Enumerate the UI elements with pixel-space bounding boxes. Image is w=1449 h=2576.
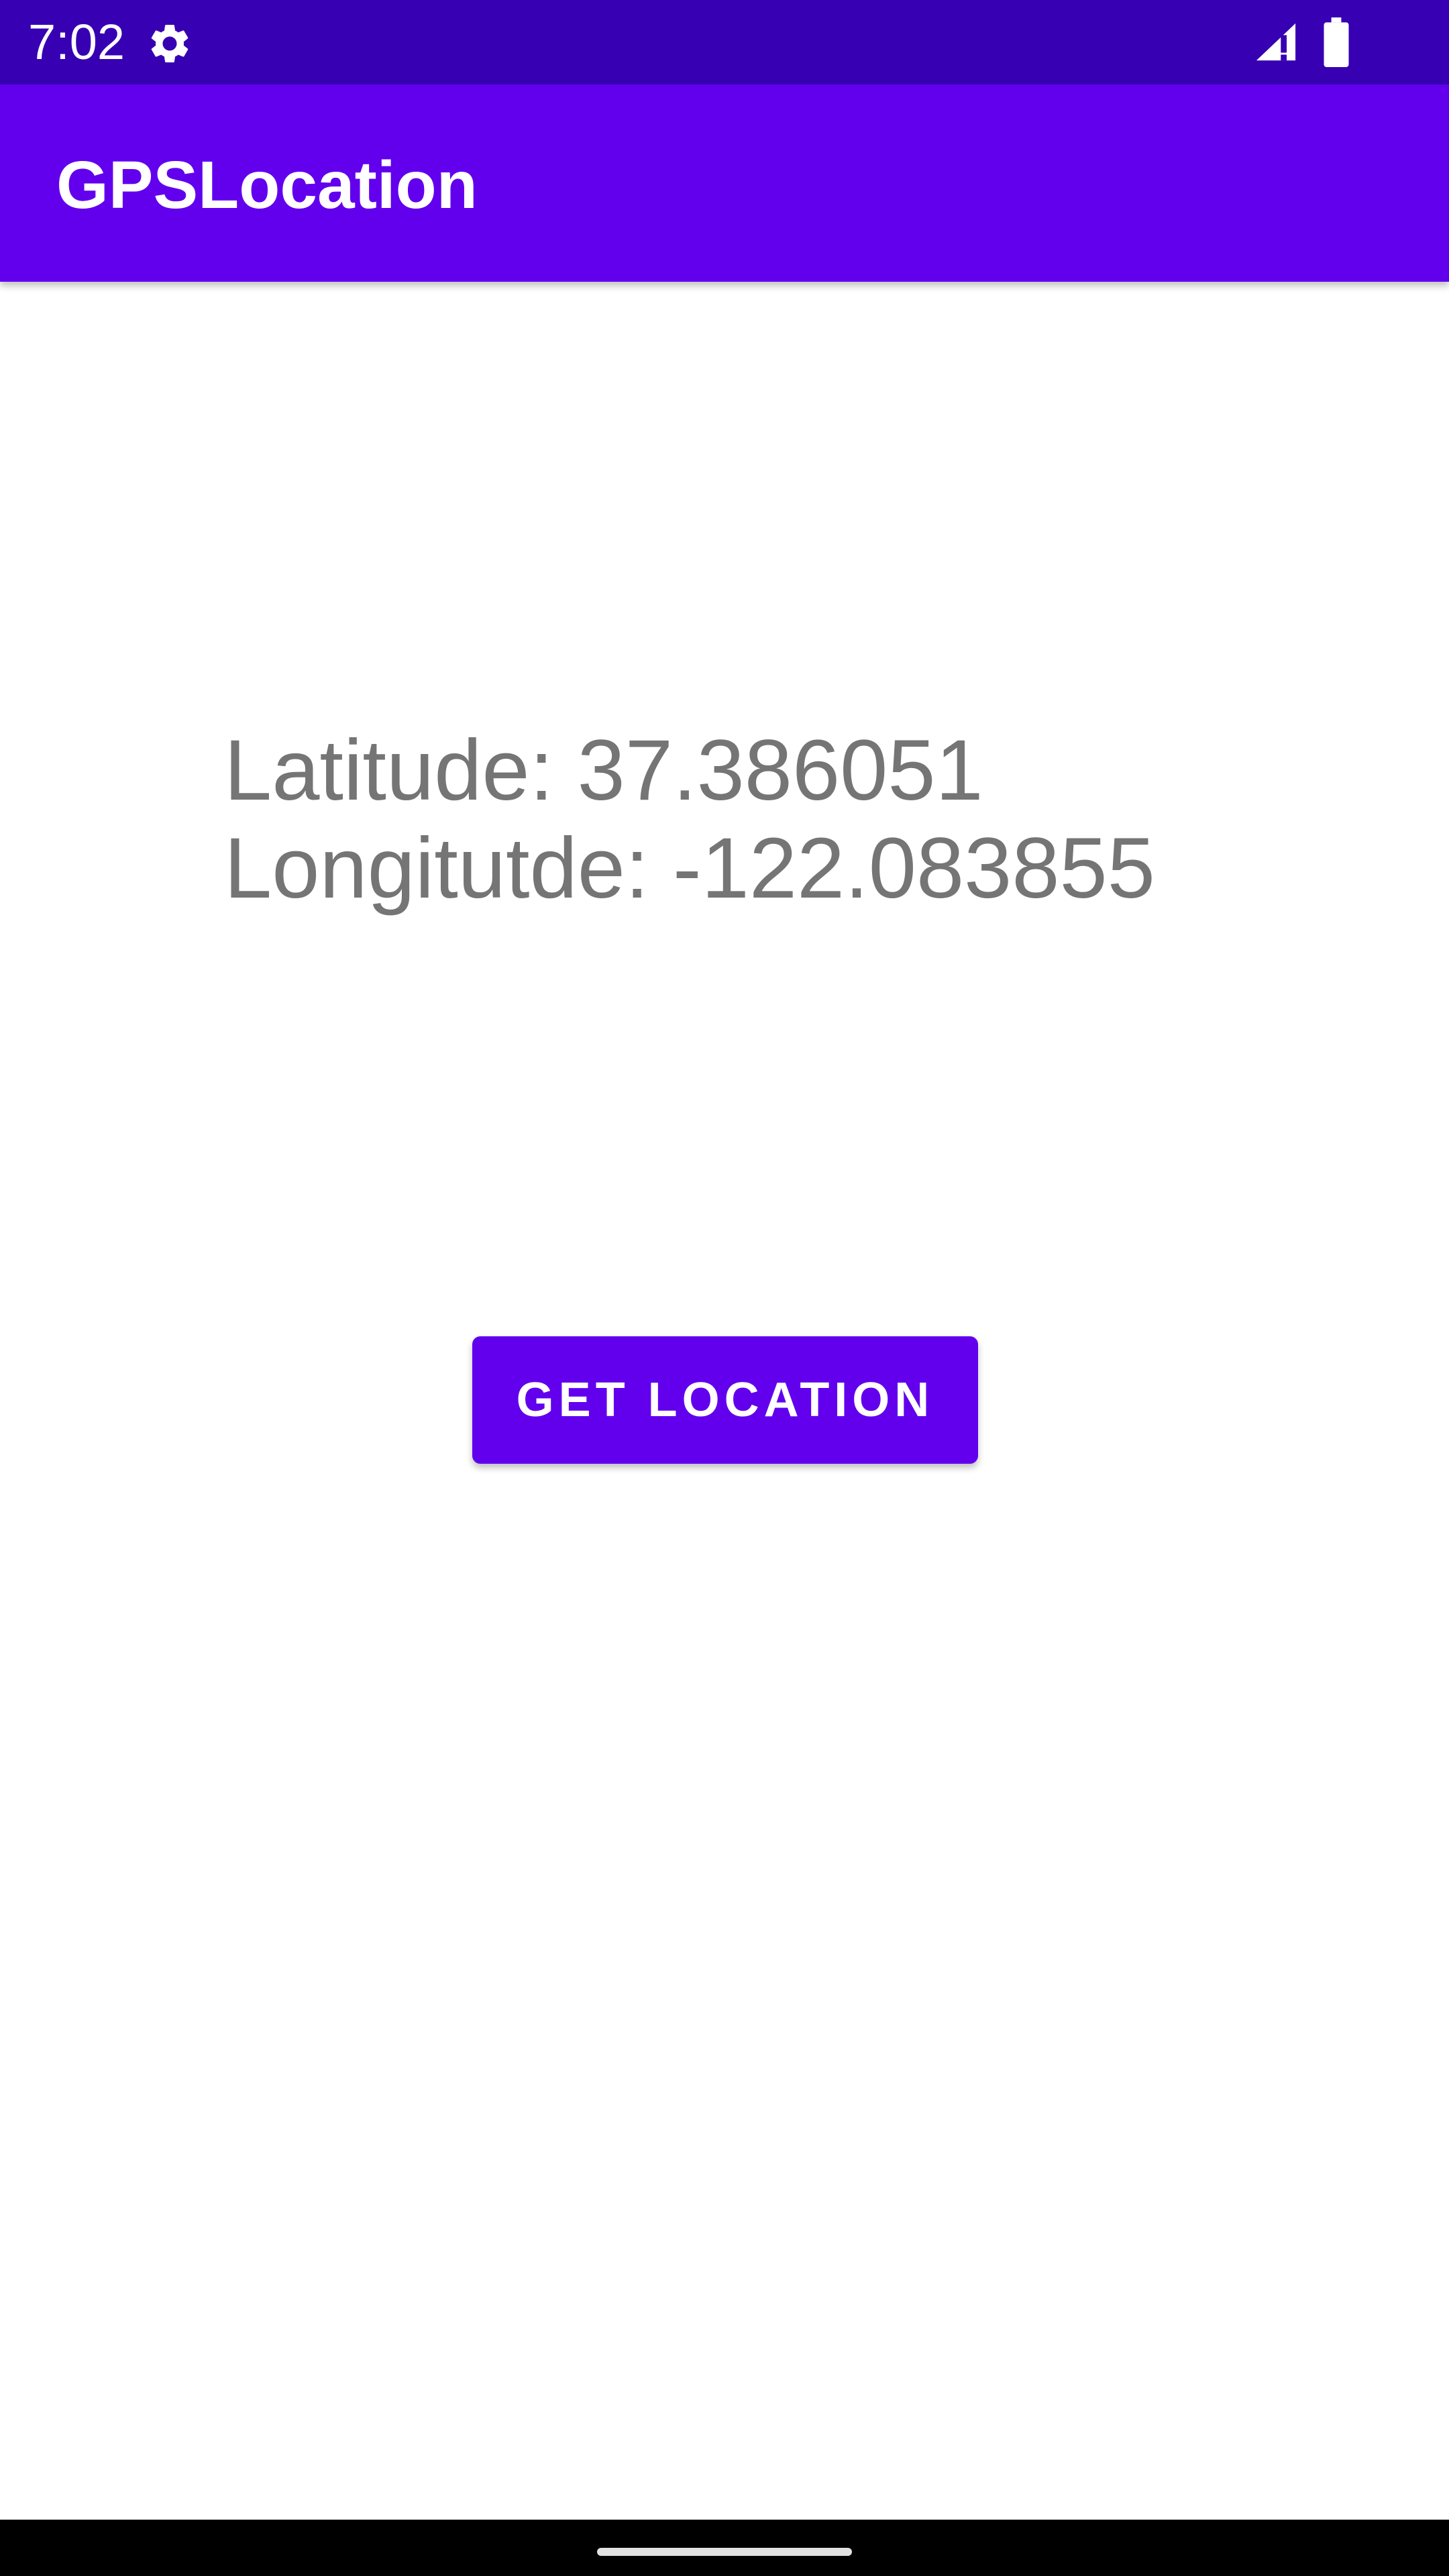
gear-icon — [151, 24, 189, 62]
navigation-bar — [0, 2520, 1449, 2576]
app-title: GPSLocation — [56, 148, 478, 223]
home-gesture-handle[interactable] — [597, 2548, 852, 2556]
status-time: 7:02 — [28, 14, 125, 70]
location-readout: Latitude: 37.386051 Longitutde: -122.083… — [224, 722, 1155, 918]
latitude-text: Latitude: 37.386051 — [224, 722, 983, 818]
longitude-text: Longitutde: -122.083855 — [224, 820, 1155, 916]
get-location-button[interactable]: GET LOCATION — [472, 1336, 978, 1464]
battery-icon — [1324, 17, 1349, 67]
status-bar: 7:02 — [0, 0, 1449, 85]
app-bar: GPSLocation — [0, 85, 1449, 282]
signal-icon — [1256, 23, 1296, 61]
